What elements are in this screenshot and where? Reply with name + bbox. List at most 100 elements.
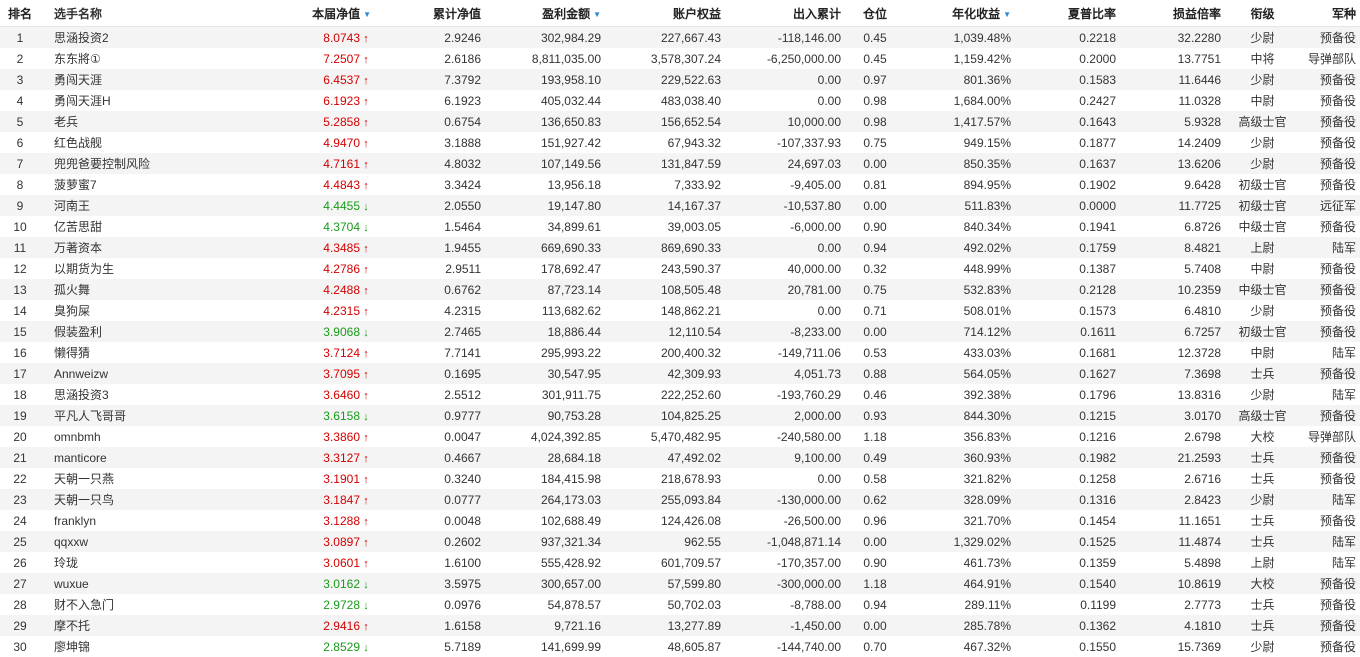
table-row[interactable]: 27 wuxue 3.0162 ↓ 3.5975 300,657.00 57,599.80 -… — [0, 573, 1360, 594]
table-row[interactable]: 17 Annweizw 3.7095 ↑ 0.1695 30,547.95 42,309.9… — [0, 363, 1360, 384]
player-name-text[interactable]: franklyn — [54, 514, 96, 528]
table-row[interactable]: 5 老兵 5.2858 ↑ 0.6754 136,650.83 156,652.54 10,0… — [0, 111, 1360, 132]
player-name-text[interactable]: 万著资本 — [54, 241, 102, 255]
player-name-text[interactable]: 以期货为生 — [54, 262, 114, 276]
table-row[interactable]: 15 假装盈利 3.9068 ↓ 2.7465 18,886.44 12,110.54 -8,… — [0, 321, 1360, 342]
cumulative-nav-cell: 0.0047 — [375, 426, 485, 447]
player-name-text[interactable]: 菠萝蜜7 — [54, 178, 97, 192]
table-row[interactable]: 26 玲珑 3.0601 ↑ 1.6100 555,428.92 601,709.57 -17… — [0, 552, 1360, 573]
player-name[interactable]: 摩不托 — [40, 615, 240, 636]
player-name[interactable]: 臭狗屎 — [40, 300, 240, 321]
player-name-text[interactable]: Annweizw — [54, 367, 108, 381]
player-name[interactable]: 红色战舰 — [40, 132, 240, 153]
table-row[interactable]: 24 franklyn 3.1288 ↑ 0.0048 102,688.49 124,426… — [0, 510, 1360, 531]
player-name-text[interactable]: 勇闯天涯H — [54, 94, 111, 108]
player-name-text[interactable]: 廖坤锦 — [54, 640, 90, 654]
table-row[interactable]: 10 亿苦思甜 4.3704 ↓ 1.5464 34,899.61 39,003.05 -6,… — [0, 216, 1360, 237]
table-row[interactable]: 19 平凡人飞哥哥 3.6158 ↓ 0.9777 90,753.28 104,825.25… — [0, 405, 1360, 426]
table-row[interactable]: 18 思涵投资3 3.6460 ↑ 2.5512 301,911.75 222,252.60… — [0, 384, 1360, 405]
header-annual-return[interactable]: 年化收益 ▼ — [905, 0, 1015, 27]
player-name[interactable]: 亿苦思甜 — [40, 216, 240, 237]
player-name-text[interactable]: omnbmh — [54, 430, 101, 444]
player-name[interactable]: wuxue — [40, 573, 240, 594]
player-name[interactable]: 廖坤锦 — [40, 636, 240, 657]
player-name-text[interactable]: 天朝一只鸟 — [54, 493, 114, 507]
table-row[interactable]: 9 河南王 4.4455 ↓ 2.0550 19,147.80 14,167.37 -10,5… — [0, 195, 1360, 216]
table-row[interactable]: 7 兜兜爸要控制风险 4.7161 ↑ 4.8032 107,149.56 131,847.… — [0, 153, 1360, 174]
player-name[interactable]: 天朝一只鸟 — [40, 489, 240, 510]
table-row[interactable]: 14 臭狗屎 4.2315 ↑ 4.2315 113,682.62 148,862.21 0.… — [0, 300, 1360, 321]
table-row[interactable]: 12 以期货为生 4.2786 ↑ 2.9511 178,692.47 243,590.37… — [0, 258, 1360, 279]
player-name[interactable]: 兜兜爸要控制风险 — [40, 153, 240, 174]
player-name[interactable]: 玲珑 — [40, 552, 240, 573]
player-name-text[interactable]: 思涵投资3 — [54, 388, 109, 402]
player-name-text[interactable]: 老兵 — [54, 115, 78, 129]
table-row[interactable]: 20 omnbmh 3.3860 ↑ 0.0047 4,024,392.85 5,470,4… — [0, 426, 1360, 447]
player-name[interactable]: 平凡人飞哥哥 — [40, 405, 240, 426]
player-name-text[interactable]: 摩不托 — [54, 619, 90, 633]
table-row[interactable]: 3 勇闯天涯 6.4537 ↑ 7.3792 193,958.10 229,522.63 0.… — [0, 69, 1360, 90]
player-name-text[interactable]: 财不入急门 — [54, 598, 114, 612]
player-name[interactable]: 老兵 — [40, 111, 240, 132]
player-name[interactable]: 思涵投资2 — [40, 26, 240, 48]
table-row[interactable]: 29 摩不托 2.9416 ↑ 1.6158 9,721.16 13,277.89 -1,45… — [0, 615, 1360, 636]
player-name[interactable]: 思涵投资3 — [40, 384, 240, 405]
player-name[interactable]: manticore — [40, 447, 240, 468]
table-row[interactable]: 30 廖坤锦 2.8529 ↓ 5.7189 141,699.99 48,605.87 -14… — [0, 636, 1360, 657]
annual-return-cell: 511.83% — [905, 195, 1015, 216]
sort-desc-icon[interactable]: ▼ — [363, 10, 371, 19]
player-name[interactable]: 万著资本 — [40, 237, 240, 258]
player-name-text[interactable]: 臭狗屎 — [54, 304, 90, 318]
player-name-text[interactable]: 平凡人飞哥哥 — [54, 409, 126, 423]
player-name[interactable]: Annweizw — [40, 363, 240, 384]
table-row[interactable]: 6 红色战舰 4.9470 ↑ 3.1888 151,927.42 67,943.32 -10… — [0, 132, 1360, 153]
player-name[interactable]: 假装盈利 — [40, 321, 240, 342]
table-row[interactable]: 22 天朝一只燕 3.1901 ↑ 0.3240 184,415.98 218,678.93… — [0, 468, 1360, 489]
player-name[interactable]: 以期货为生 — [40, 258, 240, 279]
player-name[interactable]: 菠萝蜜7 — [40, 174, 240, 195]
header-profit[interactable]: 盈利金额 ▼ — [485, 0, 605, 27]
table-row[interactable]: 4 勇闯天涯H 6.1923 ↑ 6.1923 405,032.44 483,038.40 0… — [0, 90, 1360, 111]
table-row[interactable]: 8 菠萝蜜7 4.4843 ↑ 3.3424 13,956.18 7,333.92 -9,40… — [0, 174, 1360, 195]
player-name[interactable]: 勇闯天涯H — [40, 90, 240, 111]
header-current-nav[interactable]: 本届净值 ▼ — [240, 0, 375, 27]
flow-cell: -240,580.00 — [725, 426, 845, 447]
table-row[interactable]: 2 东东將① 7.2507 ↑ 2.6186 8,811,035.00 3,578,307.… — [0, 48, 1360, 69]
player-name-text[interactable]: 亿苦思甜 — [54, 220, 102, 234]
player-name-text[interactable]: 红色战舰 — [54, 136, 102, 150]
player-name-text[interactable]: wuxue — [54, 577, 89, 591]
player-name[interactable]: franklyn — [40, 510, 240, 531]
table-row[interactable]: 21 manticore 3.3127 ↑ 0.4667 28,684.18 47,492.… — [0, 447, 1360, 468]
player-name[interactable]: omnbmh — [40, 426, 240, 447]
table-row[interactable]: 25 qqxxw 3.0897 ↑ 0.2602 937,321.34 962.55 -1,0… — [0, 531, 1360, 552]
player-name-text[interactable]: manticore — [54, 451, 107, 465]
table-row[interactable]: 28 财不入急门 2.9728 ↓ 0.0976 54,878.57 50,702.03 -8… — [0, 594, 1360, 615]
pl-ratio-cell: 11.0328 — [1120, 90, 1225, 111]
player-name[interactable]: 东东將① — [40, 48, 240, 69]
player-name-text[interactable]: 假装盈利 — [54, 325, 102, 339]
player-name[interactable]: 勇闯天涯 — [40, 69, 240, 90]
table-row[interactable]: 11 万著资本 4.3485 ↑ 1.9455 669,690.33 869,690.33 0… — [0, 237, 1360, 258]
player-name[interactable]: 孤火舞 — [40, 279, 240, 300]
table-row[interactable]: 23 天朝一只鸟 3.1847 ↑ 0.0777 264,173.03 255,093.84… — [0, 489, 1360, 510]
sort-desc-icon[interactable]: ▼ — [593, 10, 601, 19]
player-name[interactable]: qqxxw — [40, 531, 240, 552]
player-name-text[interactable]: 玲珑 — [54, 556, 78, 570]
player-name-text[interactable]: 思涵投资2 — [54, 31, 109, 45]
player-name[interactable]: 懒得猜 — [40, 342, 240, 363]
player-name-text[interactable]: qqxxw — [54, 535, 88, 549]
player-name-text[interactable]: 天朝一只燕 — [54, 472, 114, 486]
player-name-text[interactable]: 河南王 — [54, 199, 90, 213]
table-row[interactable]: 1 思涵投资2 8.0743 ↑ 2.9246 302,984.29 227,667.43 -… — [0, 26, 1360, 48]
player-name-text[interactable]: 孤火舞 — [54, 283, 90, 297]
sort-desc-icon[interactable]: ▼ — [1003, 10, 1011, 19]
player-name[interactable]: 天朝一只燕 — [40, 468, 240, 489]
player-name-text[interactable]: 兜兜爸要控制风险 — [54, 157, 150, 171]
table-row[interactable]: 13 孤火舞 4.2488 ↑ 0.6762 87,723.14 108,505.48 20,… — [0, 279, 1360, 300]
player-name[interactable]: 河南王 — [40, 195, 240, 216]
player-name-text[interactable]: 懒得猜 — [54, 346, 90, 360]
player-name[interactable]: 财不入急门 — [40, 594, 240, 615]
player-name-text[interactable]: 勇闯天涯 — [54, 73, 102, 87]
table-row[interactable]: 16 懒得猜 3.7124 ↑ 7.7141 295,993.22 200,400.32 -1… — [0, 342, 1360, 363]
player-name-text[interactable]: 东东將① — [54, 52, 101, 66]
